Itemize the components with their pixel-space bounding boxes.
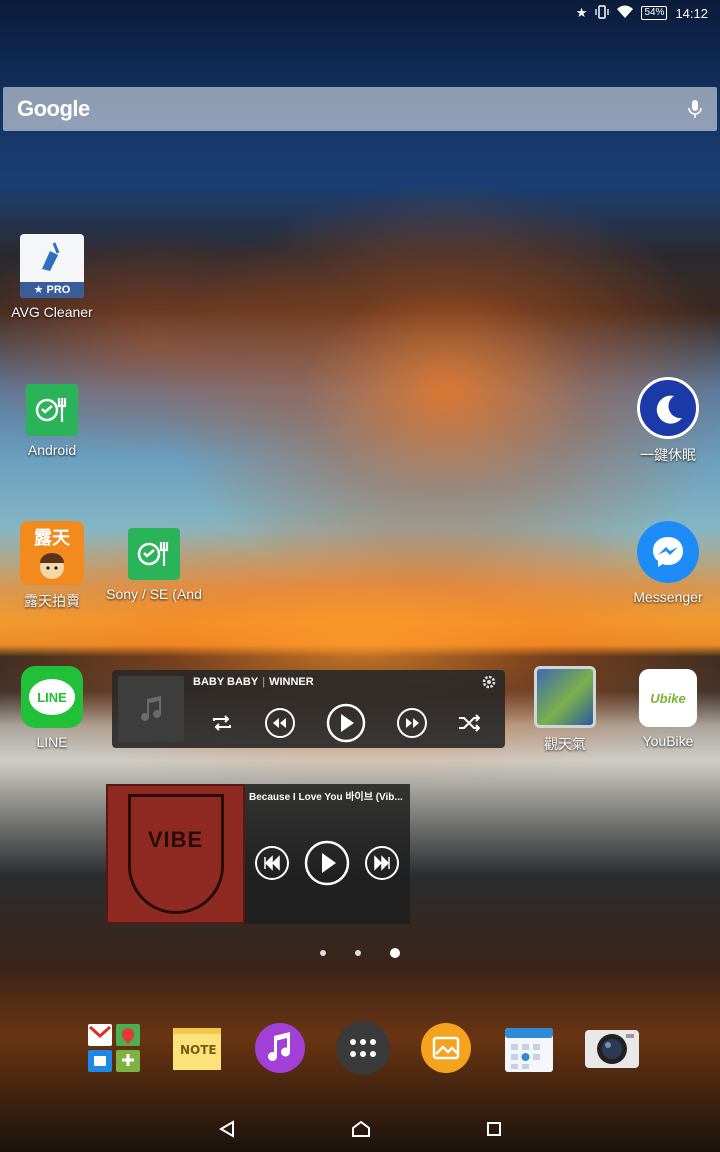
album-art-text: VIBE — [147, 827, 204, 852]
weather-satellite-icon — [534, 666, 596, 728]
album-art: VIBE — [106, 784, 245, 924]
play-icon[interactable] — [326, 703, 366, 743]
play-icon[interactable] — [304, 840, 350, 886]
sony-se-cleaner-icon — [128, 528, 180, 580]
settings-icon[interactable] — [481, 674, 497, 695]
wifi-icon — [617, 5, 634, 22]
star-icon: ★ — [575, 5, 588, 20]
now-playing-title: Because I Love You 바이브 (Vib... — [249, 792, 403, 803]
battery-icon: 54% — [641, 6, 668, 20]
lutian-icon-text: 露天 — [34, 528, 70, 548]
app-sony-se[interactable]: Sony / SE (And — [99, 528, 209, 602]
app-line[interactable]: LINE LINE — [0, 666, 107, 750]
navigation-bar — [0, 1110, 720, 1152]
camera-icon[interactable] — [584, 1020, 640, 1076]
app-label: 一鍵休眠 — [640, 447, 696, 463]
previous-icon[interactable] — [254, 845, 290, 881]
back-icon[interactable] — [218, 1119, 236, 1143]
playback-controls — [254, 840, 400, 886]
album-art-placeholder — [118, 676, 184, 742]
line-icon: LINE — [21, 666, 83, 728]
messenger-icon — [637, 521, 699, 583]
app-drawer-icon[interactable] — [335, 1020, 391, 1076]
app-android[interactable]: Android — [0, 384, 107, 458]
song-title: BABY BABY — [193, 676, 259, 688]
music-widget-large[interactable]: VIBE Because I Love You 바이브 (Vib... — [106, 784, 410, 924]
status-bar: ★ 54% 14:12 — [0, 0, 720, 26]
now-playing-title: BABY BABY | WINNER — [193, 676, 314, 688]
page-dot-active — [390, 948, 400, 958]
rewind-icon[interactable] — [264, 707, 296, 739]
app-label: Android — [27, 442, 77, 458]
pro-badge: ★ PRO — [20, 282, 84, 298]
page-dot — [320, 950, 326, 956]
moon-icon — [637, 377, 699, 439]
battery-percent: 54% — [644, 7, 665, 18]
vibrate-icon — [595, 4, 610, 22]
google-logo: Google — [17, 96, 90, 121]
page-dot — [355, 950, 361, 956]
youbike-icon: Ubike — [639, 669, 697, 727]
line-icon-text: LINE — [37, 689, 67, 705]
app-label: 露天拍賣 — [24, 593, 80, 609]
repeat-icon[interactable] — [210, 713, 234, 733]
recents-icon[interactable] — [486, 1121, 502, 1142]
dock: NOTE — [86, 1018, 640, 1078]
app-lutian[interactable]: 露天 露天拍賣 — [0, 521, 107, 611]
app-sleep[interactable]: 一鍵休眠 — [613, 377, 720, 465]
next-icon[interactable] — [364, 845, 400, 881]
note-icon[interactable]: NOTE — [169, 1020, 225, 1076]
app-label: YouBike — [642, 733, 694, 749]
app-avg-cleaner[interactable]: ★ PRO AVG Cleaner — [0, 234, 107, 320]
mic-icon[interactable] — [687, 98, 703, 120]
playback-controls — [210, 702, 480, 744]
music-icon[interactable] — [252, 1020, 308, 1076]
album-icon[interactable] — [418, 1020, 474, 1076]
shuffle-icon[interactable] — [458, 714, 480, 732]
fast-forward-icon[interactable] — [396, 707, 428, 739]
svg-text:NOTE: NOTE — [180, 1043, 217, 1057]
app-label: AVG Cleaner — [11, 304, 93, 320]
music-widget-small[interactable]: BABY BABY | WINNER — [112, 670, 505, 748]
home-icon[interactable] — [351, 1120, 371, 1143]
youbike-icon-text: Ubike — [650, 690, 686, 706]
avg-cleaner-icon: ★ PRO — [20, 234, 84, 298]
google-search-bar[interactable]: Google — [3, 87, 717, 131]
page-indicator — [320, 948, 400, 958]
app-weather[interactable]: 觀天氣 — [510, 666, 620, 754]
app-label: LINE — [36, 734, 68, 750]
clock: 14:12 — [675, 5, 708, 21]
app-youbike[interactable]: Ubike YouBike — [613, 669, 720, 749]
app-label: Sony / SE (And — [106, 586, 202, 602]
artist-name: WINNER — [269, 676, 314, 688]
app-label: Messenger — [633, 589, 703, 605]
app-messenger[interactable]: Messenger — [613, 521, 720, 605]
lutian-auction-icon: 露天 — [20, 521, 84, 585]
app-label: 觀天氣 — [544, 736, 586, 752]
calendar-icon[interactable] — [501, 1020, 557, 1076]
android-cleaner-icon — [26, 384, 78, 436]
google-apps-folder-icon[interactable] — [86, 1020, 142, 1076]
